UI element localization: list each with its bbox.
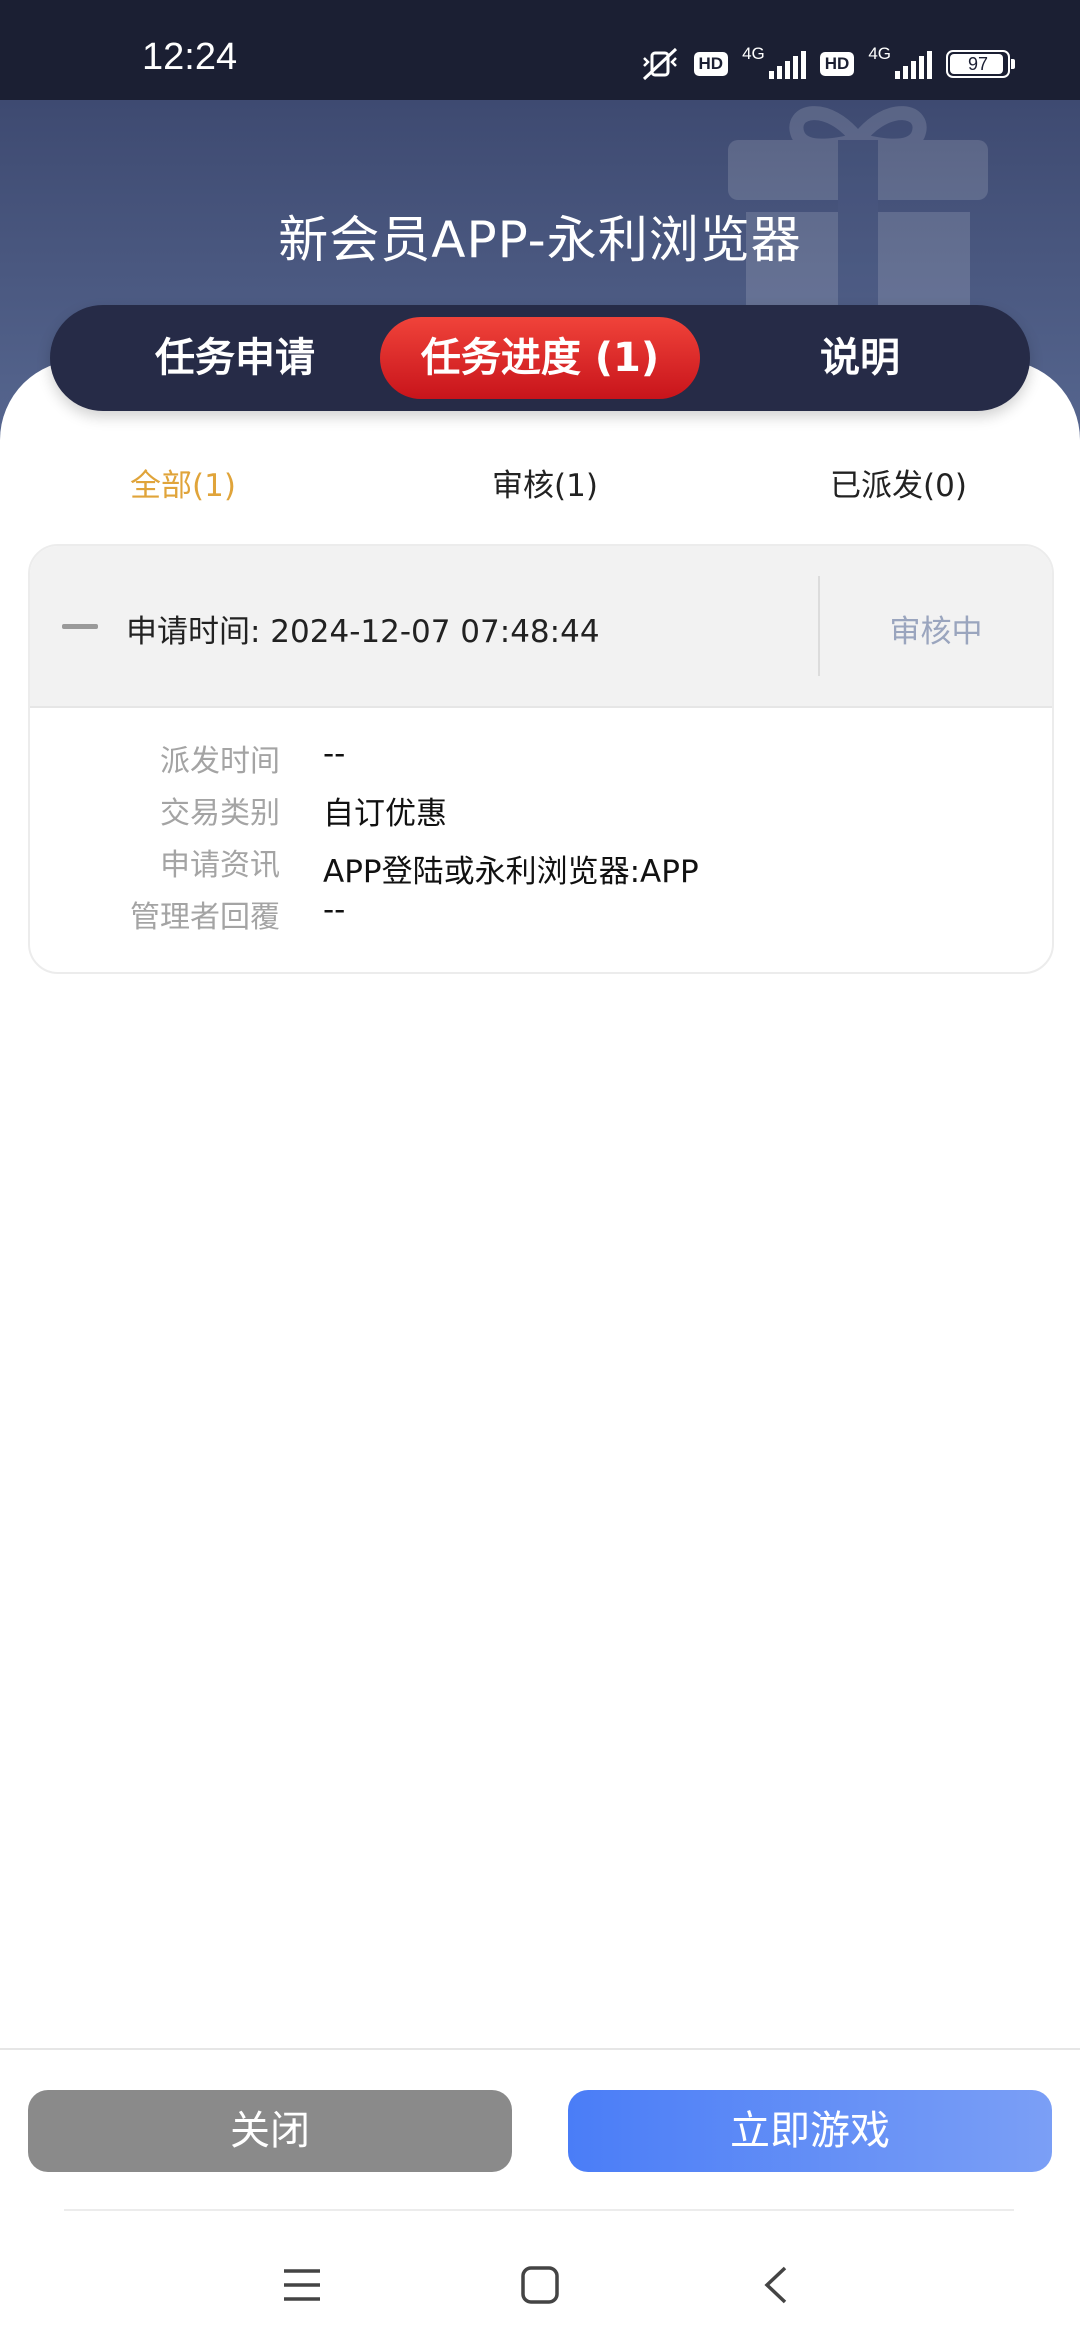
status-badge: 审核中 xyxy=(889,614,983,650)
menu-icon xyxy=(284,2269,320,2301)
status-icons: HD 4G HD 4G 97 xyxy=(640,44,1015,84)
detail-label: 交易类别 xyxy=(160,796,280,831)
detail-value: -- xyxy=(323,892,346,928)
subtab-all[interactable]: 全部(1) xyxy=(130,460,236,505)
battery-level: 97 xyxy=(967,53,989,74)
signal-icon xyxy=(768,49,806,79)
detail-value: APP登陆或永利浏览器:APP xyxy=(323,854,699,890)
divider xyxy=(0,2048,1080,2050)
divider xyxy=(64,2209,1014,2211)
tab-info[interactable]: 说明 xyxy=(710,317,1010,399)
detail-value: -- xyxy=(323,736,346,772)
detail-row: 管理者回覆 -- xyxy=(30,892,1052,942)
network-type: 4G xyxy=(868,44,891,63)
status-time: 12:24 xyxy=(142,36,238,78)
detail-label: 管理者回覆 xyxy=(130,900,280,935)
hd-badge: HD xyxy=(819,52,855,76)
record-card-header[interactable]: 申请时间: 2024-12-07 07:48:44 审核中 xyxy=(30,546,1052,708)
nav-menu-button[interactable] xyxy=(272,2255,332,2315)
record-card: 申请时间: 2024-12-07 07:48:44 审核中 派发时间 -- 交易… xyxy=(28,544,1054,974)
battery-icon: 97 xyxy=(946,50,1015,78)
nav-back-button[interactable] xyxy=(746,2255,806,2315)
page-title: 新会员APP-永利浏览器 xyxy=(278,211,802,269)
detail-label: 派发时间 xyxy=(160,744,280,779)
detail-row: 交易类别 自订优惠 xyxy=(30,788,1052,838)
vibrate-off-icon xyxy=(642,47,677,81)
detail-row: 派发时间 -- xyxy=(30,736,1052,786)
play-now-button[interactable]: 立即游戏 xyxy=(568,2090,1052,2172)
nav-home-button[interactable] xyxy=(510,2255,570,2315)
detail-value: 自订优惠 xyxy=(323,796,447,832)
tab-task-progress[interactable]: 任务进度 (1) xyxy=(380,317,700,399)
network-type: 4G xyxy=(742,44,765,63)
close-button[interactable]: 关闭 xyxy=(28,2090,512,2172)
signal-icon xyxy=(895,49,932,79)
main-tabs: 任务申请 任务进度 (1) 说明 xyxy=(50,305,1030,411)
apply-time: 申请时间: 2024-12-07 07:48:44 xyxy=(126,614,600,650)
subtab-review[interactable]: 审核(1) xyxy=(492,460,598,505)
hd-badge: HD xyxy=(693,52,729,76)
collapse-icon[interactable] xyxy=(62,624,98,629)
filter-tabs: 全部(1) 审核(1) 已派发(0) xyxy=(0,440,1080,520)
detail-label: 申请资讯 xyxy=(160,848,280,883)
detail-row: 申请资讯 APP登陆或永利浏览器:APP xyxy=(30,840,1052,890)
tab-task-apply[interactable]: 任务申请 xyxy=(85,317,385,399)
home-square-icon xyxy=(521,2266,559,2304)
back-chevron-icon xyxy=(764,2266,787,2304)
status-bar: 12:24 HD 4G HD 4G 97 xyxy=(0,0,1080,100)
subtab-dispatched[interactable]: 已派发(0) xyxy=(830,460,967,505)
